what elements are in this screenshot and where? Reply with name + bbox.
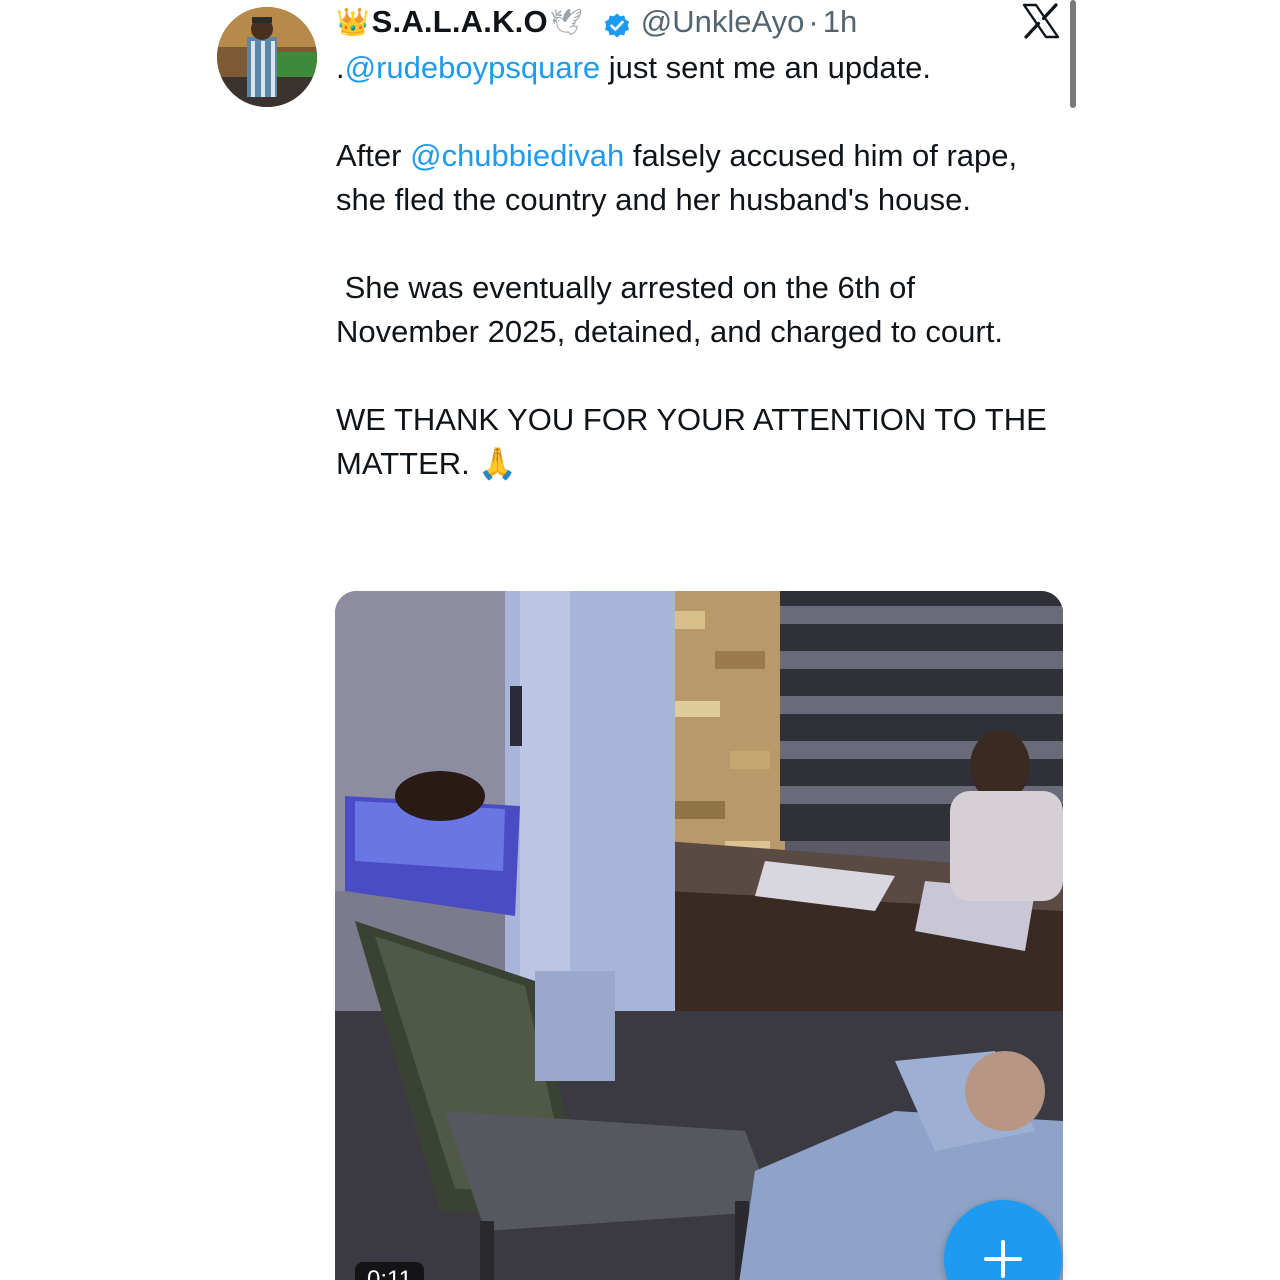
tweet-paragraph-3: She was eventually arrested on the 6th o… bbox=[336, 270, 1003, 349]
timestamp[interactable]: 1h bbox=[823, 0, 857, 44]
video-duration: 0:11 bbox=[355, 1262, 424, 1280]
x-logo-icon[interactable] bbox=[1022, 3, 1060, 39]
verified-badge-icon bbox=[603, 8, 631, 38]
line-prefix: . bbox=[336, 50, 345, 85]
plus-icon bbox=[984, 1240, 1022, 1278]
display-name[interactable]: S.A.L.A.K.O bbox=[372, 0, 548, 44]
para-2-prefix: After bbox=[336, 138, 411, 173]
scrollbar[interactable] bbox=[1070, 0, 1076, 108]
dove-emoji: 🕊 bbox=[549, 7, 583, 37]
crown-emoji: 👑 bbox=[336, 7, 370, 37]
tweet-paragraph-4: WE THANK YOU FOR YOUR ATTENTION TO THE M… bbox=[336, 402, 1047, 481]
tweet-header: 👑 S.A.L.A.K.O 🕊 @UnkleAyo · 1h bbox=[336, 0, 857, 44]
separator-dot: · bbox=[808, 4, 819, 39]
tweet-screen: 👑 S.A.L.A.K.O 🕊 @UnkleAyo · 1h .@rudeboy… bbox=[0, 0, 1280, 1280]
video-player[interactable] bbox=[335, 591, 1063, 1280]
line-1-text: just sent me an update. bbox=[600, 50, 932, 85]
tweet-paragraph-2: After @chubbiedivah falsely accused him … bbox=[336, 134, 1056, 222]
mention-rudeboypsquare[interactable]: @rudeboypsquare bbox=[345, 50, 601, 85]
user-handle[interactable]: @UnkleAyo bbox=[641, 0, 805, 44]
avatar[interactable] bbox=[217, 7, 317, 107]
tweet-text: .@rudeboypsquare just sent me an update.… bbox=[336, 46, 1056, 486]
mention-chubbiedivah[interactable]: @chubbiedivah bbox=[410, 138, 624, 173]
tweet-line-1: .@rudeboypsquare just sent me an update. bbox=[336, 46, 1056, 90]
